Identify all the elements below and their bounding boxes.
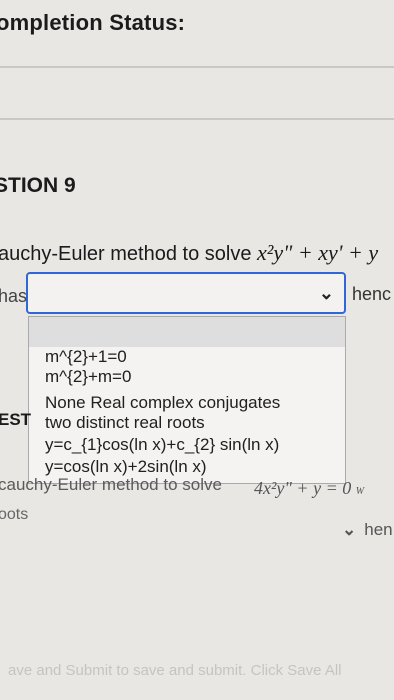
select-trailing-text: henc	[352, 284, 392, 304]
dropdown-option[interactable]: y=cos(ln x)+2sin(ln x)	[45, 457, 207, 477]
question-prompt: auchy-Euler method to solve	[0, 243, 252, 265]
select-leading-text: oots	[0, 506, 29, 523]
select-trailing-text: ⌄ hen	[342, 520, 393, 539]
question-title: STION 9	[0, 174, 76, 197]
question-equation: x²y" + xy' + y	[257, 240, 379, 265]
divider	[0, 66, 394, 68]
question-prompt-row: auchy-Euler method to solve x²y" + xy' +…	[0, 240, 378, 266]
question-equation: 4x²y" + y = 0 W	[254, 478, 365, 498]
dropdown-option[interactable]: None Real complex conjugates	[45, 393, 280, 413]
chevron-down-icon[interactable]: ⌄	[342, 520, 356, 539]
dropdown-option[interactable]: two distinct real roots	[45, 413, 205, 433]
question-label: EST	[0, 410, 32, 429]
divider	[0, 118, 394, 120]
question-prompt: cauchy-Euler method to solve	[0, 475, 222, 494]
answer-dropdown[interactable]: ⌄	[26, 272, 346, 314]
dropdown-highlight	[29, 317, 345, 347]
dropdown-option[interactable]: m^{2}+1=0	[45, 347, 127, 367]
dropdown-option[interactable]: m^{2}+m=0	[45, 367, 131, 387]
select-leading-text: has	[0, 286, 28, 306]
dropdown-option[interactable]: y=c_{1}cos(ln x)+c_{2} sin(ln x)	[45, 435, 279, 455]
dropdown-options-list[interactable]: m^{2}+1=0 m^{2}+m=0 None Real complex co…	[28, 316, 346, 484]
completion-status-heading: ompletion Status:	[0, 10, 186, 35]
chevron-down-icon: ⌄	[318, 283, 334, 303]
save-instructions: ave and Submit to save and submit. Click…	[8, 662, 342, 679]
